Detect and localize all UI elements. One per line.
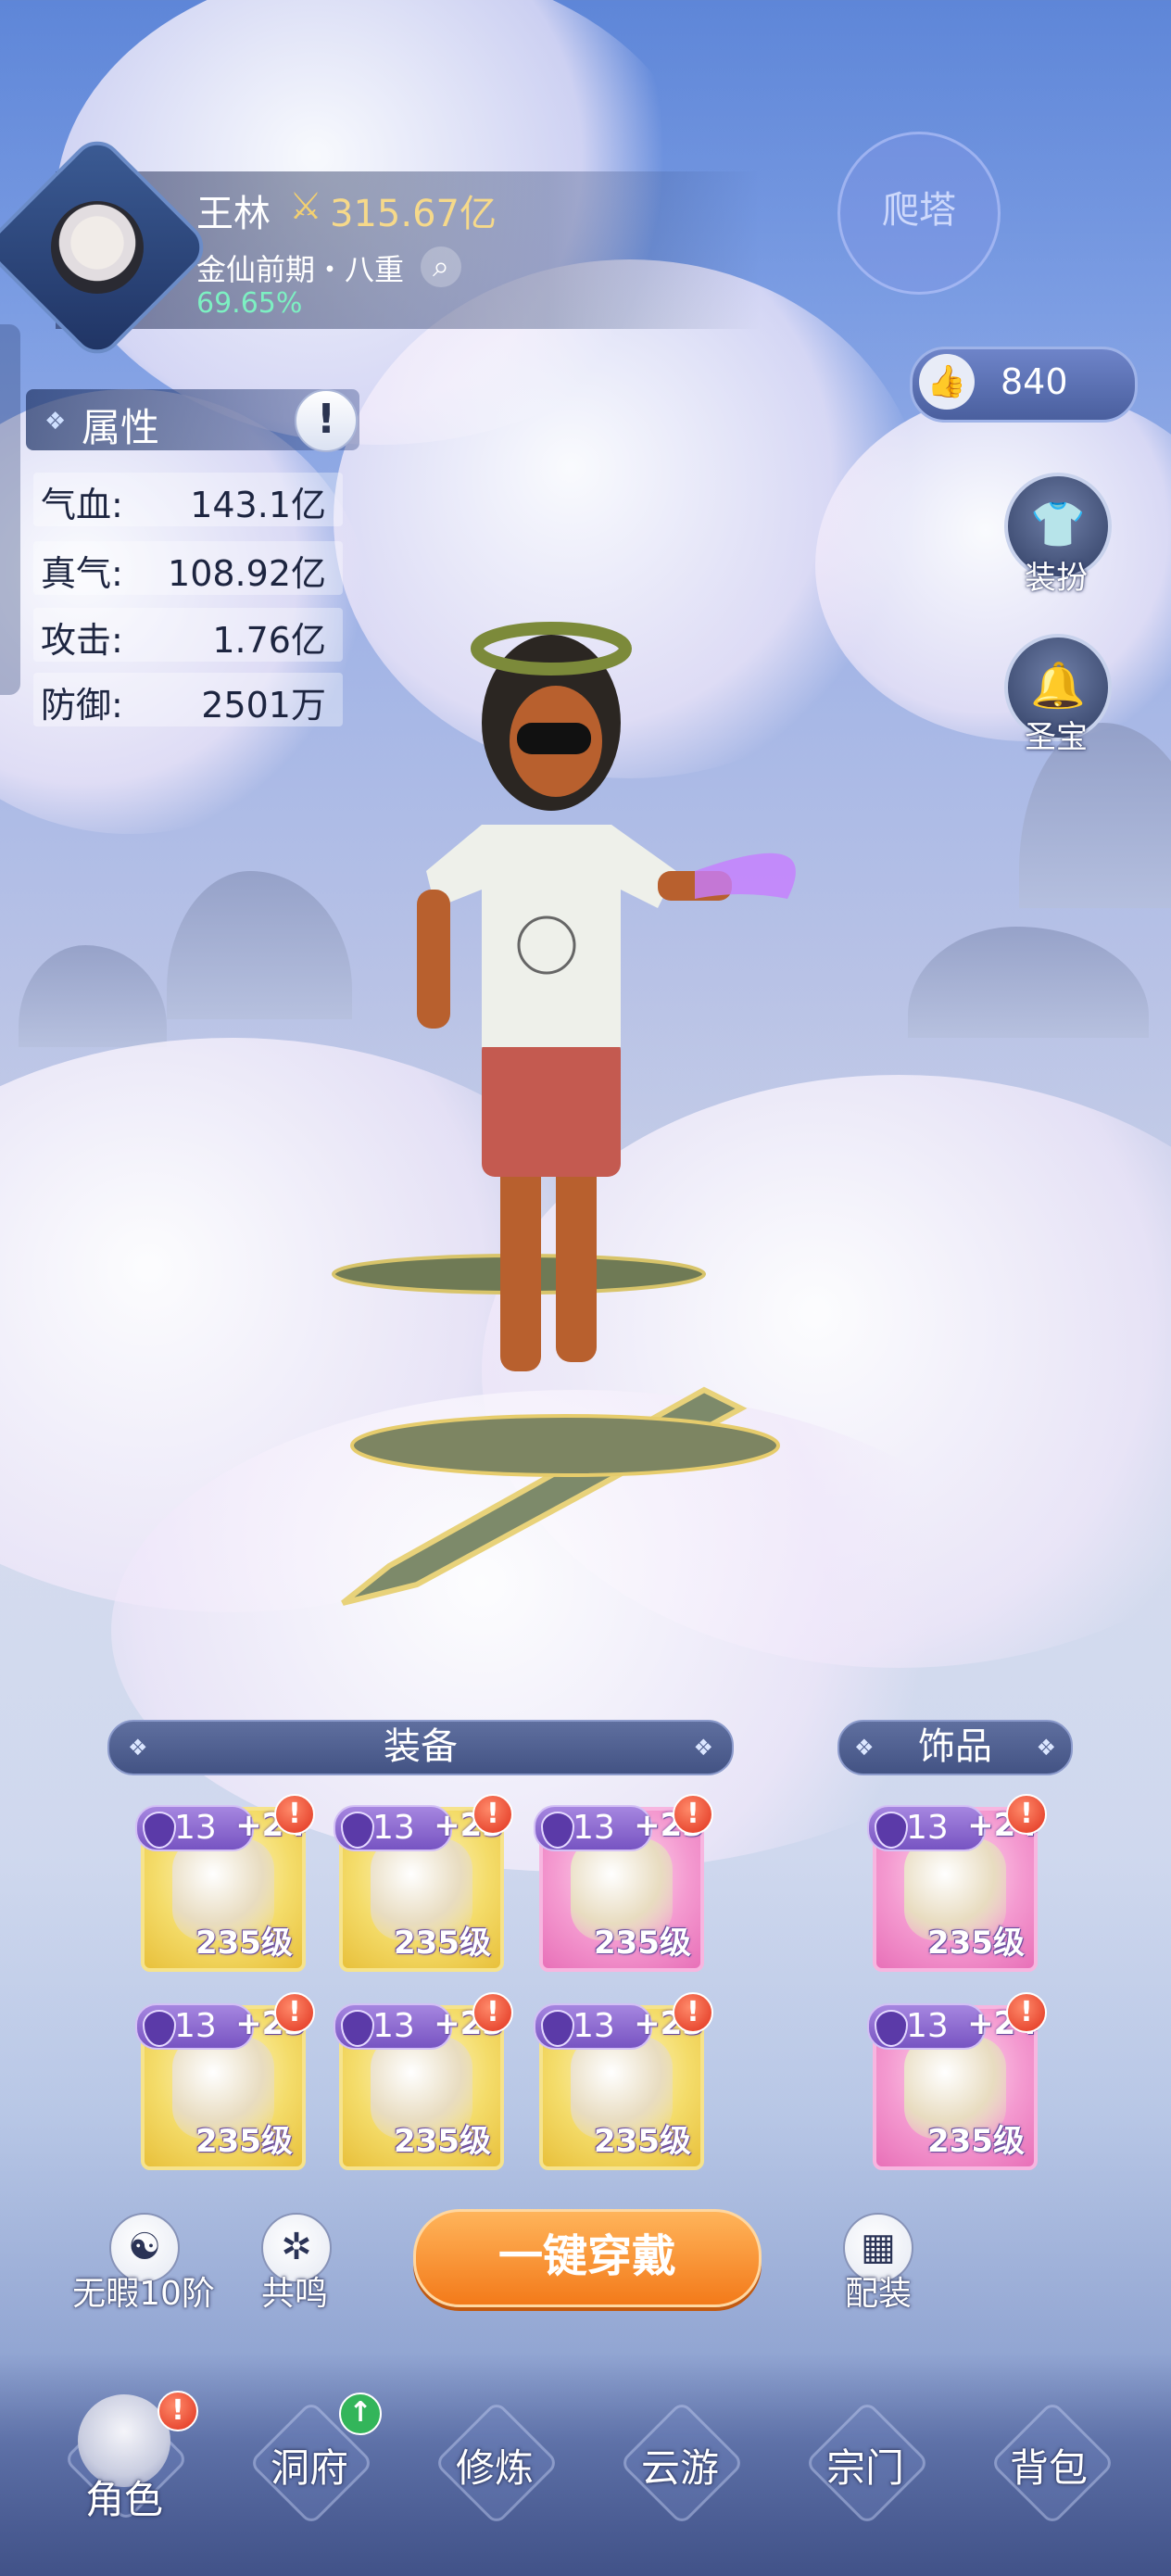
hp-value: 143.1亿 (190, 485, 326, 525)
equipment-slot-crown[interactable]: 13 +23 235级 ! (334, 1794, 513, 1972)
holy-treasure-label[interactable]: 圣宝 (991, 712, 1121, 757)
equipment-slot-armor[interactable]: 13 +23 235级 ! (534, 1794, 713, 1972)
defense-label: 防御: (41, 685, 123, 726)
accessory-slot-necklace[interactable]: 13 +24 235级 ! (867, 1992, 1047, 2170)
qi-label: 真气: (41, 553, 123, 594)
alert-icon: ! (274, 1992, 315, 2033)
hp-label: 气血: (41, 485, 123, 525)
attributes-title: 属性 (82, 405, 160, 450)
equipment-slot-gauntlet[interactable]: 13 +23 235级 ! (334, 1992, 513, 2170)
accessories-title: 饰品 (918, 1725, 992, 1768)
resonance-label[interactable]: 共鸣 (239, 2267, 350, 2315)
crossed-swords-icon: ⚔ (289, 185, 322, 228)
alert-icon: ! (1006, 1992, 1047, 2033)
search-icon[interactable]: ⌕ (421, 246, 461, 287)
alert-icon: ! (673, 1992, 713, 2033)
equipment-slot-robe[interactable]: 13 +23 235级 ! (135, 1992, 315, 2170)
shield-icon (875, 1812, 908, 1849)
exp-percent: 69.65% (196, 287, 303, 320)
combat-power: 315.67亿 (330, 193, 497, 235)
dress-up-label[interactable]: 装扮 (991, 552, 1121, 598)
diamond-icon: ❖ (44, 408, 67, 436)
like-count: 840 (1001, 361, 1068, 402)
item-level: 235级 (927, 2123, 1025, 2160)
item-level: 235级 (594, 1925, 691, 1962)
side-drawer-handle[interactable] (0, 324, 20, 695)
qi-value: 108.92亿 (168, 553, 326, 594)
accessory-slot-ring[interactable]: 13 +24 235级 ! (867, 1794, 1047, 1972)
item-level: 235级 (195, 2123, 293, 2160)
shield-icon (143, 1812, 176, 1849)
item-level: 235级 (927, 1925, 1025, 1962)
shield-icon (143, 2010, 176, 2047)
shield-icon (541, 1812, 574, 1849)
character-figure (332, 622, 796, 1606)
equipment-slot-weapon[interactable]: 13 +24 235级 ! (135, 1794, 315, 1972)
shield-icon (875, 2010, 908, 2047)
loadout-label[interactable]: 配装 (823, 2267, 934, 2315)
info-icon[interactable]: ! (295, 389, 358, 452)
upgrade-arrow-icon: ↑ (339, 2393, 382, 2435)
realm-level: 金仙前期・八重 (196, 252, 405, 287)
nav-tab-character[interactable]: 角色 (50, 2469, 198, 2525)
nav-tab-bag[interactable]: 背包 (975, 2437, 1123, 2494)
alert-icon: ! (274, 1794, 315, 1835)
thumbs-up-icon: 👍 (919, 354, 975, 410)
diamond-icon: ❖ (854, 1735, 875, 1761)
alert-icon: ! (1006, 1794, 1047, 1835)
player-name: 王林 (196, 193, 271, 235)
item-level: 235级 (594, 2123, 691, 2160)
shield-icon (341, 2010, 374, 2047)
flawless-label[interactable]: 无暇10阶 (65, 2267, 222, 2315)
alert-icon: ! (157, 2391, 198, 2431)
item-level: 235级 (195, 1925, 293, 1962)
item-level: 235级 (394, 2123, 491, 2160)
tower-button[interactable]: 爬塔 (837, 132, 1001, 295)
one-key-equip-button[interactable]: 一键穿戴 (413, 2209, 762, 2307)
equipment-title: 装备 (384, 1725, 458, 1768)
nav-tab-cave[interactable]: 洞府 (235, 2437, 384, 2494)
nav-tab-travel[interactable]: 云游 (606, 2437, 754, 2494)
diamond-icon: ❖ (128, 1735, 148, 1761)
alert-icon: ! (472, 1992, 513, 2033)
shield-icon (341, 1812, 374, 1849)
nav-tab-sect[interactable]: 宗门 (791, 2437, 939, 2494)
attack-label: 攻击: (41, 620, 123, 661)
equipment-slot-boots[interactable]: 13 +23 235级 ! (534, 1992, 713, 2170)
alert-icon: ! (472, 1794, 513, 1835)
equipment-header: ❖ 装备 ❖ (107, 1720, 734, 1775)
shield-icon (541, 2010, 574, 2047)
diamond-icon: ❖ (693, 1735, 713, 1761)
item-level: 235级 (394, 1925, 491, 1962)
diamond-icon: ❖ (1036, 1735, 1056, 1761)
nav-tab-cultivate[interactable]: 修炼 (421, 2437, 569, 2494)
accessories-header: ❖ 饰品 ❖ (837, 1720, 1073, 1775)
alert-icon: ! (673, 1794, 713, 1835)
